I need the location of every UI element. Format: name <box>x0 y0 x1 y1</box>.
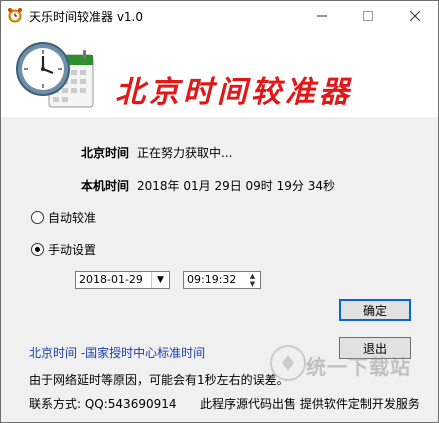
title-bar[interactable]: 天乐时间较准器 v1.0 <box>1 1 438 31</box>
clock-calendar-icon <box>16 42 94 108</box>
beijing-time-label: 北京时间 <box>81 146 130 160</box>
time-value: 09:19:32 <box>187 273 237 286</box>
maximize-button[interactable] <box>345 1 391 31</box>
spin-buttons[interactable]: ▲ ▼ <box>245 272 260 288</box>
watermark-text: 统一下载站 <box>306 355 411 379</box>
maximize-icon <box>363 11 373 21</box>
local-time-value: 2018年 01月 29日 09时 19分 34秒 <box>137 179 335 193</box>
contact-info: 联系方式: QQ:543690914 <box>29 397 177 411</box>
spin-down-icon[interactable]: ▼ <box>245 280 260 288</box>
manual-set-radio[interactable] <box>31 243 44 256</box>
source-link[interactable]: 北京时间 -国家授时中心标准时间 <box>29 344 205 361</box>
services-info: 此程序源代码出售 提供软件定制开发服务 <box>200 397 420 411</box>
alarm-clock-icon <box>8 8 22 23</box>
header-banner: 北京时间较准器 <box>1 31 438 117</box>
minimize-button[interactable] <box>299 1 345 31</box>
auto-calibrate-label[interactable]: 自动较准 <box>48 209 96 226</box>
date-picker[interactable]: 2018-01-29 ▼ <box>75 271 170 289</box>
beijing-time-value: 正在努力获取中... <box>137 146 233 160</box>
local-time-label: 本机时间 <box>81 179 130 193</box>
app-window: 天乐时间较准器 v1.0 北京时间较准器 北京时间 正在努力获取中... 本机时… <box>0 0 439 423</box>
delay-note: 由于网络延时等原因，可能会有1秒左右的误差。 <box>29 373 289 387</box>
date-value: 2018-01-29 <box>79 273 143 286</box>
time-spinner[interactable]: 09:19:32 ▲ ▼ <box>183 271 261 289</box>
close-button[interactable] <box>392 1 438 31</box>
confirm-button[interactable]: 确定 <box>339 299 411 321</box>
window-title: 天乐时间较准器 v1.0 <box>29 10 144 24</box>
minimize-icon <box>317 15 327 17</box>
banner-title: 北京时间较准器 <box>115 75 353 110</box>
manual-set-label[interactable]: 手动设置 <box>48 241 96 258</box>
close-icon <box>410 11 420 21</box>
auto-calibrate-radio[interactable] <box>31 211 44 224</box>
chevron-down-icon[interactable]: ▼ <box>151 272 169 288</box>
